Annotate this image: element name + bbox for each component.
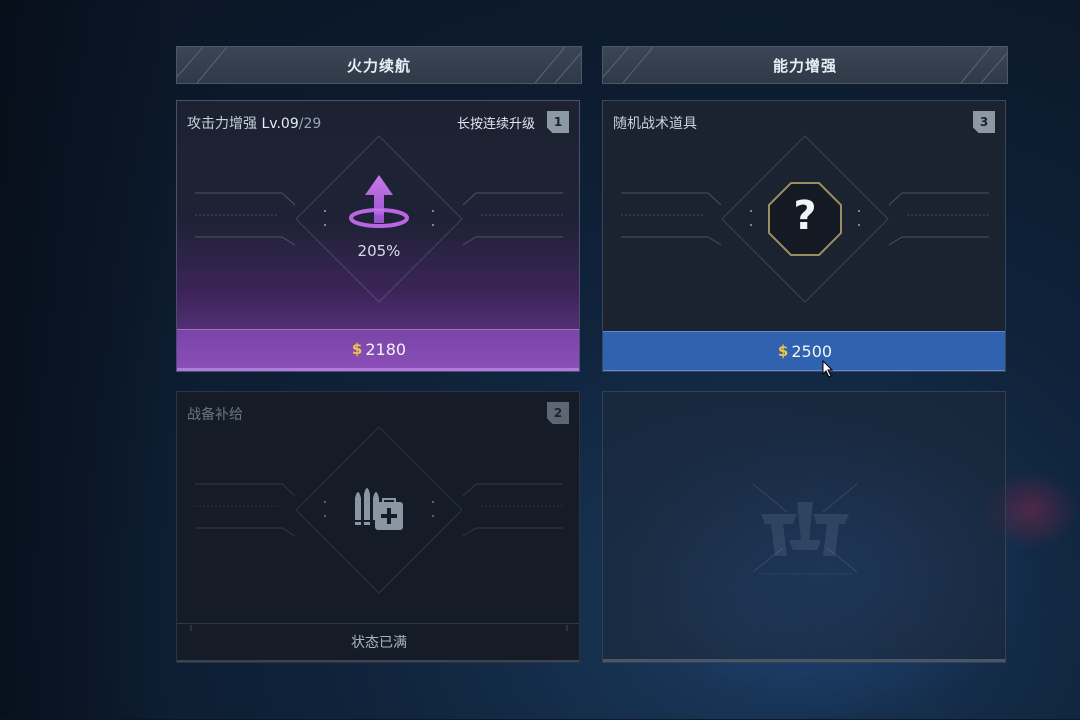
mouse-cursor-icon (822, 360, 834, 378)
buy-attack-button[interactable]: $ 2180 (177, 329, 579, 371)
attack-upgrade-arrow-icon (349, 175, 409, 228)
header-decoration (603, 47, 654, 83)
ammo-medkit-icon (355, 488, 403, 530)
card-random-tactical-item[interactable]: 随机战术道具 3 ? $ 2500 (602, 100, 1006, 372)
card-title: 战备补给 (187, 407, 243, 423)
hold-to-upgrade-hint: 长按连续升级 (456, 117, 535, 132)
level-current: 09 (280, 116, 299, 132)
level-prefix: Lv. (261, 116, 281, 132)
price-value: 2180 (365, 339, 407, 359)
header-decoration (960, 47, 1007, 83)
column-header-firepower: 火力续航 (176, 46, 582, 84)
slot-badge: 1 (547, 111, 569, 133)
column-title: 火力续航 (346, 56, 411, 75)
slot-badge: 2 (547, 402, 569, 424)
card-title: 随机战术道具 (613, 116, 697, 132)
header-decoration (534, 47, 581, 83)
background-shade (0, 0, 175, 719)
status-full-label: 状态已满 (177, 623, 579, 662)
card-supply[interactable]: 战备补给 2 状态已满 (176, 391, 580, 663)
column-header-enhancement: 能力增强 (602, 46, 1008, 84)
price-value: 2500 (791, 341, 833, 361)
card-bottom-border (603, 659, 1005, 662)
buy-random-item-button[interactable]: $ 2500 (603, 331, 1005, 371)
coin-icon: $ (351, 340, 363, 358)
coin-icon: $ (777, 342, 789, 360)
card-locked-slot (602, 391, 1006, 663)
card-title: 攻击力增强 Lv.09/29 (187, 113, 321, 133)
question-mark: ? (793, 193, 817, 239)
card-attack-upgrade[interactable]: 攻击力增强 Lv.09/29 长按连续升级 1 205% $ 2180 (176, 100, 580, 372)
attack-percent: 205% (357, 242, 401, 260)
slot-badge: 3 (973, 111, 995, 133)
faction-emblem-icon (752, 483, 858, 575)
header-decoration (177, 47, 228, 83)
level-max: /29 (298, 116, 322, 132)
card-title-text: 攻击力增强 (187, 116, 257, 132)
column-title: 能力增强 (772, 56, 837, 75)
